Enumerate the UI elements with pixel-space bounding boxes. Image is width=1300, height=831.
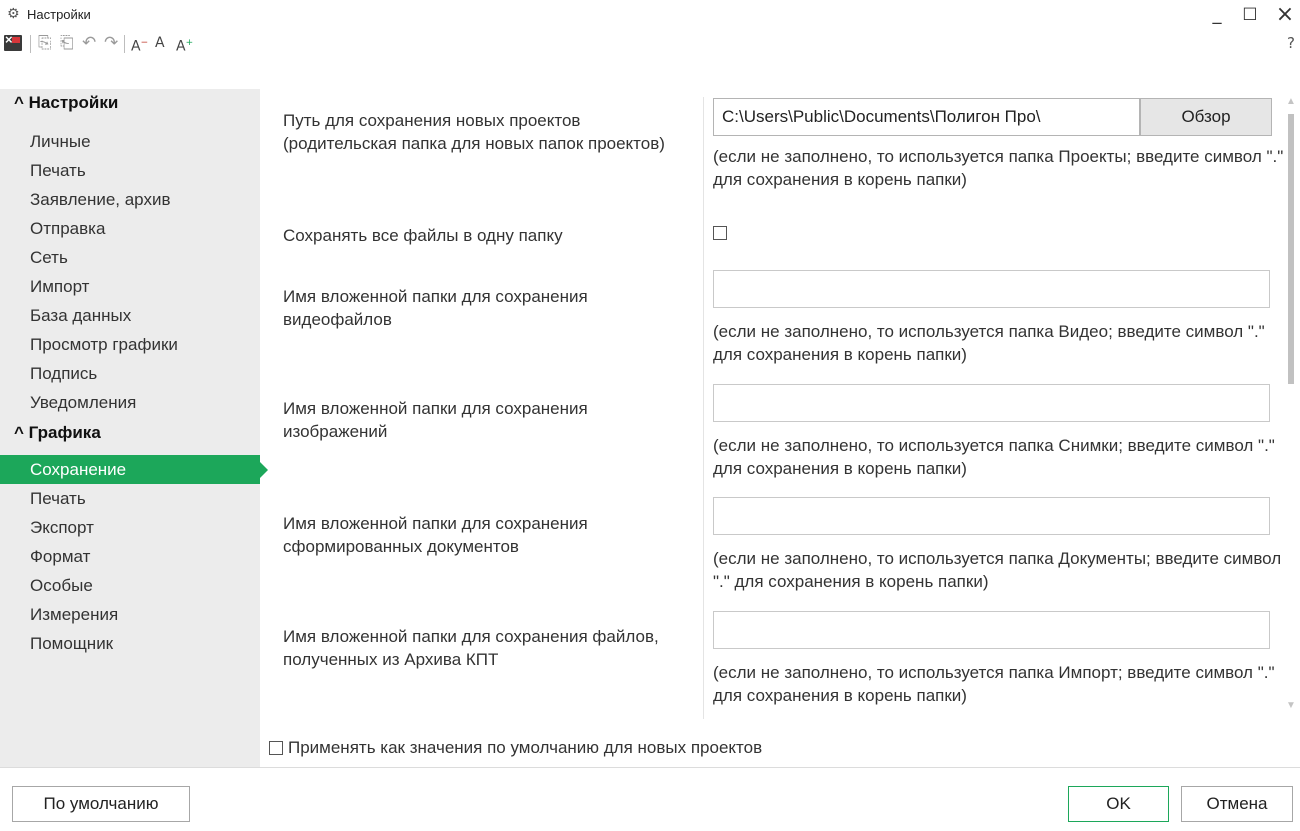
window-title: Настройки <box>27 7 91 22</box>
toolbar-separator <box>124 35 125 53</box>
sidebar: ^ Настройки Личные Печать Заявление, арх… <box>0 89 268 719</box>
docs-folder-hint: (если не заполнено, то используется папк… <box>713 549 1282 591</box>
sidebar-item-special[interactable]: Особые <box>0 571 260 600</box>
sidebar-item-send[interactable]: Отправка <box>0 214 260 243</box>
scroll-down-icon[interactable]: ▼ <box>1286 700 1296 711</box>
toolbar-separator <box>30 35 31 53</box>
images-folder-label: Имя вложенной папки для сохранения изобр… <box>283 399 588 441</box>
redo-icon[interactable]: ↷ <box>104 32 118 54</box>
column-divider <box>703 97 704 719</box>
sidebar-item-signature[interactable]: Подпись <box>0 359 260 388</box>
font-normal-icon[interactable]: A <box>155 32 165 54</box>
sidebar-item-graphics-view[interactable]: Просмотр графики <box>0 330 260 359</box>
save-path-hint: (если не заполнено, то используется папк… <box>713 147 1284 189</box>
sidebar-item-print-graphics[interactable]: Печать <box>0 484 260 513</box>
video-folder-hint: (если не заполнено, то используется папк… <box>713 322 1265 364</box>
sidebar-footer <box>0 719 260 767</box>
defaults-button[interactable]: По умолчанию <box>12 786 190 822</box>
minimize-button[interactable]: _ <box>1202 2 1232 28</box>
sidebar-item-database[interactable]: База данных <box>0 301 260 330</box>
kpt-folder-label: Имя вложенной папки для сохранения файло… <box>283 627 659 669</box>
video-folder-input[interactable] <box>713 270 1270 308</box>
sidebar-item-application-archive[interactable]: Заявление, архив <box>0 185 260 214</box>
sidebar-item-import[interactable]: Импорт <box>0 272 260 301</box>
gears-icon: ⚙ <box>7 6 20 22</box>
save-path-input[interactable]: C:\Users\Public\Documents\Полигон Про\ <box>713 98 1140 136</box>
kpt-folder-hint: (если не заполнено, то используется папк… <box>713 663 1275 705</box>
sidebar-item-personal[interactable]: Личные <box>0 127 260 156</box>
paste-icon[interactable]: ⎗ <box>60 32 74 54</box>
sidebar-group-header-graphics[interactable]: ^ Графика <box>14 423 101 443</box>
ok-button[interactable]: OK <box>1068 786 1169 822</box>
single-folder-checkbox[interactable] <box>713 226 727 240</box>
sidebar-item-assistant[interactable]: Помощник <box>0 629 260 658</box>
undo-icon[interactable]: ↶ <box>82 32 96 54</box>
sidebar-item-notifications[interactable]: Уведомления <box>0 388 260 417</box>
apply-default-checkbox[interactable] <box>269 741 283 755</box>
images-folder-input[interactable] <box>713 384 1270 422</box>
docs-folder-label: Имя вложенной папки для сохранения сформ… <box>283 514 588 556</box>
docs-folder-input[interactable] <box>713 497 1270 535</box>
sidebar-item-network[interactable]: Сеть <box>0 243 260 272</box>
sidebar-item-measurements[interactable]: Измерения <box>0 600 260 629</box>
content-scrollbar[interactable]: ▲ ▼ <box>1283 96 1299 716</box>
maximize-button[interactable]: ☐ <box>1235 2 1265 28</box>
video-folder-label: Имя вложенной папки для сохранения видео… <box>283 287 588 329</box>
footer-divider <box>0 767 1300 768</box>
sidebar-group-header-settings[interactable]: ^ Настройки <box>14 93 118 113</box>
sidebar-item-print[interactable]: Печать <box>0 156 260 185</box>
browse-button[interactable]: Обзор <box>1140 98 1272 136</box>
toolbar: × ⎘ ⎗ ↶ ↷ A− A A+ ? <box>0 30 1300 56</box>
save-path-label: Путь для сохранения новых проектов (роди… <box>283 111 665 153</box>
font-increase-icon[interactable]: A+ <box>176 32 193 55</box>
scroll-up-icon[interactable]: ▲ <box>1286 96 1296 107</box>
sidebar-item-export[interactable]: Экспорт <box>0 513 260 542</box>
close-button[interactable]: × <box>1270 2 1300 28</box>
help-icon[interactable]: ? <box>1287 32 1295 54</box>
images-folder-hint: (если не заполнено, то используется папк… <box>713 436 1275 478</box>
font-decrease-icon[interactable]: A− <box>131 32 148 55</box>
cancel-button[interactable]: Отмена <box>1181 786 1293 822</box>
apply-default-label[interactable]: Применять как значения по умолчанию для … <box>288 738 762 758</box>
close-project-icon[interactable]: × <box>4 32 22 51</box>
sidebar-item-save[interactable]: Сохранение <box>0 455 268 484</box>
scroll-thumb[interactable] <box>1288 114 1294 384</box>
kpt-folder-input[interactable] <box>713 611 1270 649</box>
copy-icon[interactable]: ⎘ <box>38 32 52 54</box>
sidebar-item-format[interactable]: Формат <box>0 542 260 571</box>
single-folder-label: Сохранять все файлы в одну папку <box>283 226 563 245</box>
title-bar: ⚙ Настройки _ ☐ × <box>0 0 1300 30</box>
